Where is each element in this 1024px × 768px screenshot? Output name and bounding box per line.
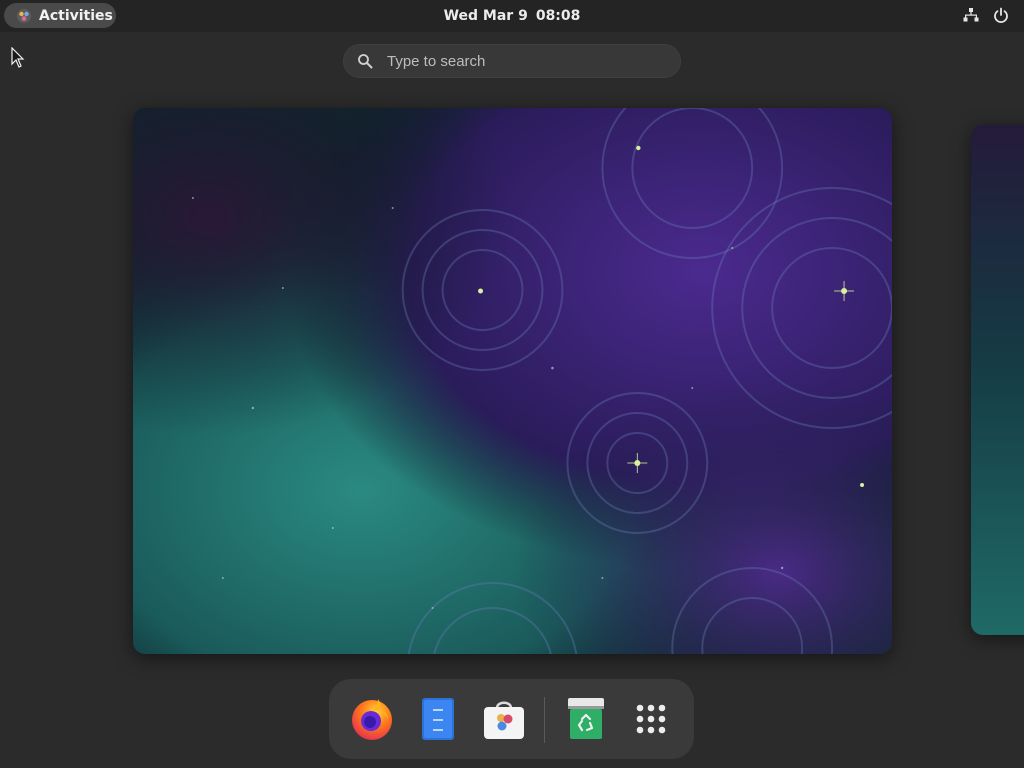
firefox-icon — [352, 699, 392, 740]
search-icon — [357, 53, 373, 69]
power-icon[interactable] — [992, 6, 1010, 24]
clock-date: Wed Mar 9 — [443, 8, 528, 24]
mouse-pointer-icon — [11, 46, 25, 69]
files-icon — [422, 698, 454, 740]
software-launcher[interactable] — [478, 693, 530, 745]
dock-separator — [544, 697, 545, 743]
activities-button[interactable]: Activities — [4, 3, 116, 28]
workspace-thumbnail-next[interactable] — [971, 125, 1024, 635]
software-store-icon — [484, 701, 524, 739]
dash-dock — [329, 679, 694, 759]
trash-icon — [568, 698, 604, 739]
app-grid-icon — [636, 704, 666, 734]
trash-launcher[interactable] — [560, 693, 612, 745]
nebula-wallpaper-peek — [971, 125, 1024, 635]
top-bar: Activities Wed Mar 9 08:08 — [0, 0, 1024, 32]
search-field[interactable] — [343, 44, 681, 78]
system-tray[interactable] — [962, 6, 1010, 24]
activities-logo-icon — [16, 8, 32, 24]
clock-time: 08:08 — [535, 8, 581, 24]
nebula-wallpaper — [133, 108, 892, 654]
firefox-launcher[interactable] — [346, 693, 398, 745]
files-launcher[interactable] — [412, 693, 464, 745]
network-wired-icon[interactable] — [962, 6, 980, 24]
clock-button[interactable]: Wed Mar 9 08:08 — [444, 8, 581, 24]
workspace-thumbnail-current[interactable] — [133, 108, 892, 654]
search-input[interactable] — [385, 51, 680, 71]
activities-label: Activities — [39, 7, 113, 24]
show-apps-button[interactable] — [625, 693, 677, 745]
